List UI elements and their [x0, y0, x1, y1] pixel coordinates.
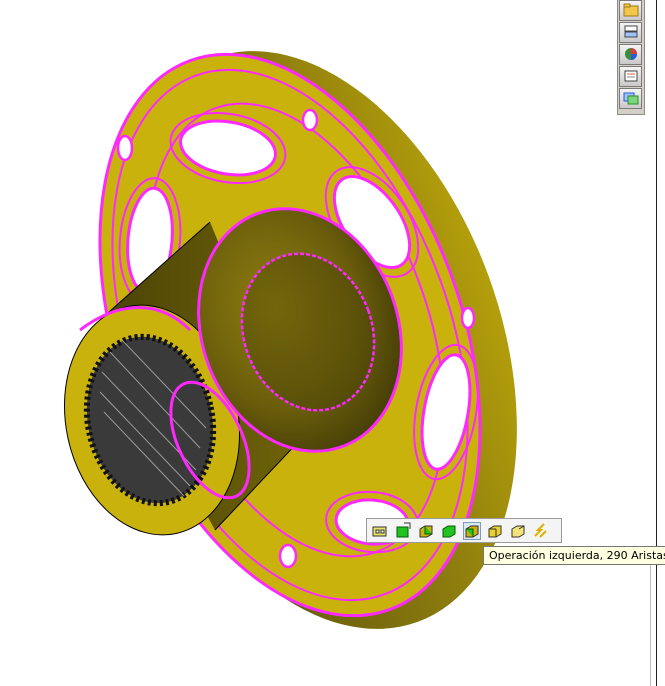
graphics-viewport[interactable] — [0, 0, 614, 686]
select-left-feature-icon[interactable] — [463, 522, 481, 540]
appearance-globe-icon[interactable] — [619, 44, 642, 65]
select-feature-green-icon[interactable] — [417, 522, 435, 540]
design-library-icon[interactable] — [619, 22, 642, 43]
selection-tooltip: Operación izquierda, 290 Aristas — [483, 546, 665, 565]
select-body-green-icon[interactable] — [440, 522, 458, 540]
panel-divider-light — [650, 548, 651, 686]
custom-properties-icon[interactable] — [619, 66, 642, 87]
select-face-green-icon[interactable] — [394, 522, 412, 540]
selection-filter-toolbar — [366, 518, 562, 543]
folder-icon[interactable] — [619, 0, 642, 21]
view-palette-icon[interactable] — [619, 88, 642, 109]
panel-divider — [656, 0, 657, 686]
select-tangency-icon[interactable] — [532, 522, 550, 540]
select-box-yellow-icon[interactable] — [486, 522, 504, 540]
task-pane-tabs — [617, 0, 645, 115]
select-loop-icon[interactable] — [371, 522, 389, 540]
select-box-outline-icon[interactable] — [509, 522, 527, 540]
part-model[interactable] — [0, 0, 614, 686]
